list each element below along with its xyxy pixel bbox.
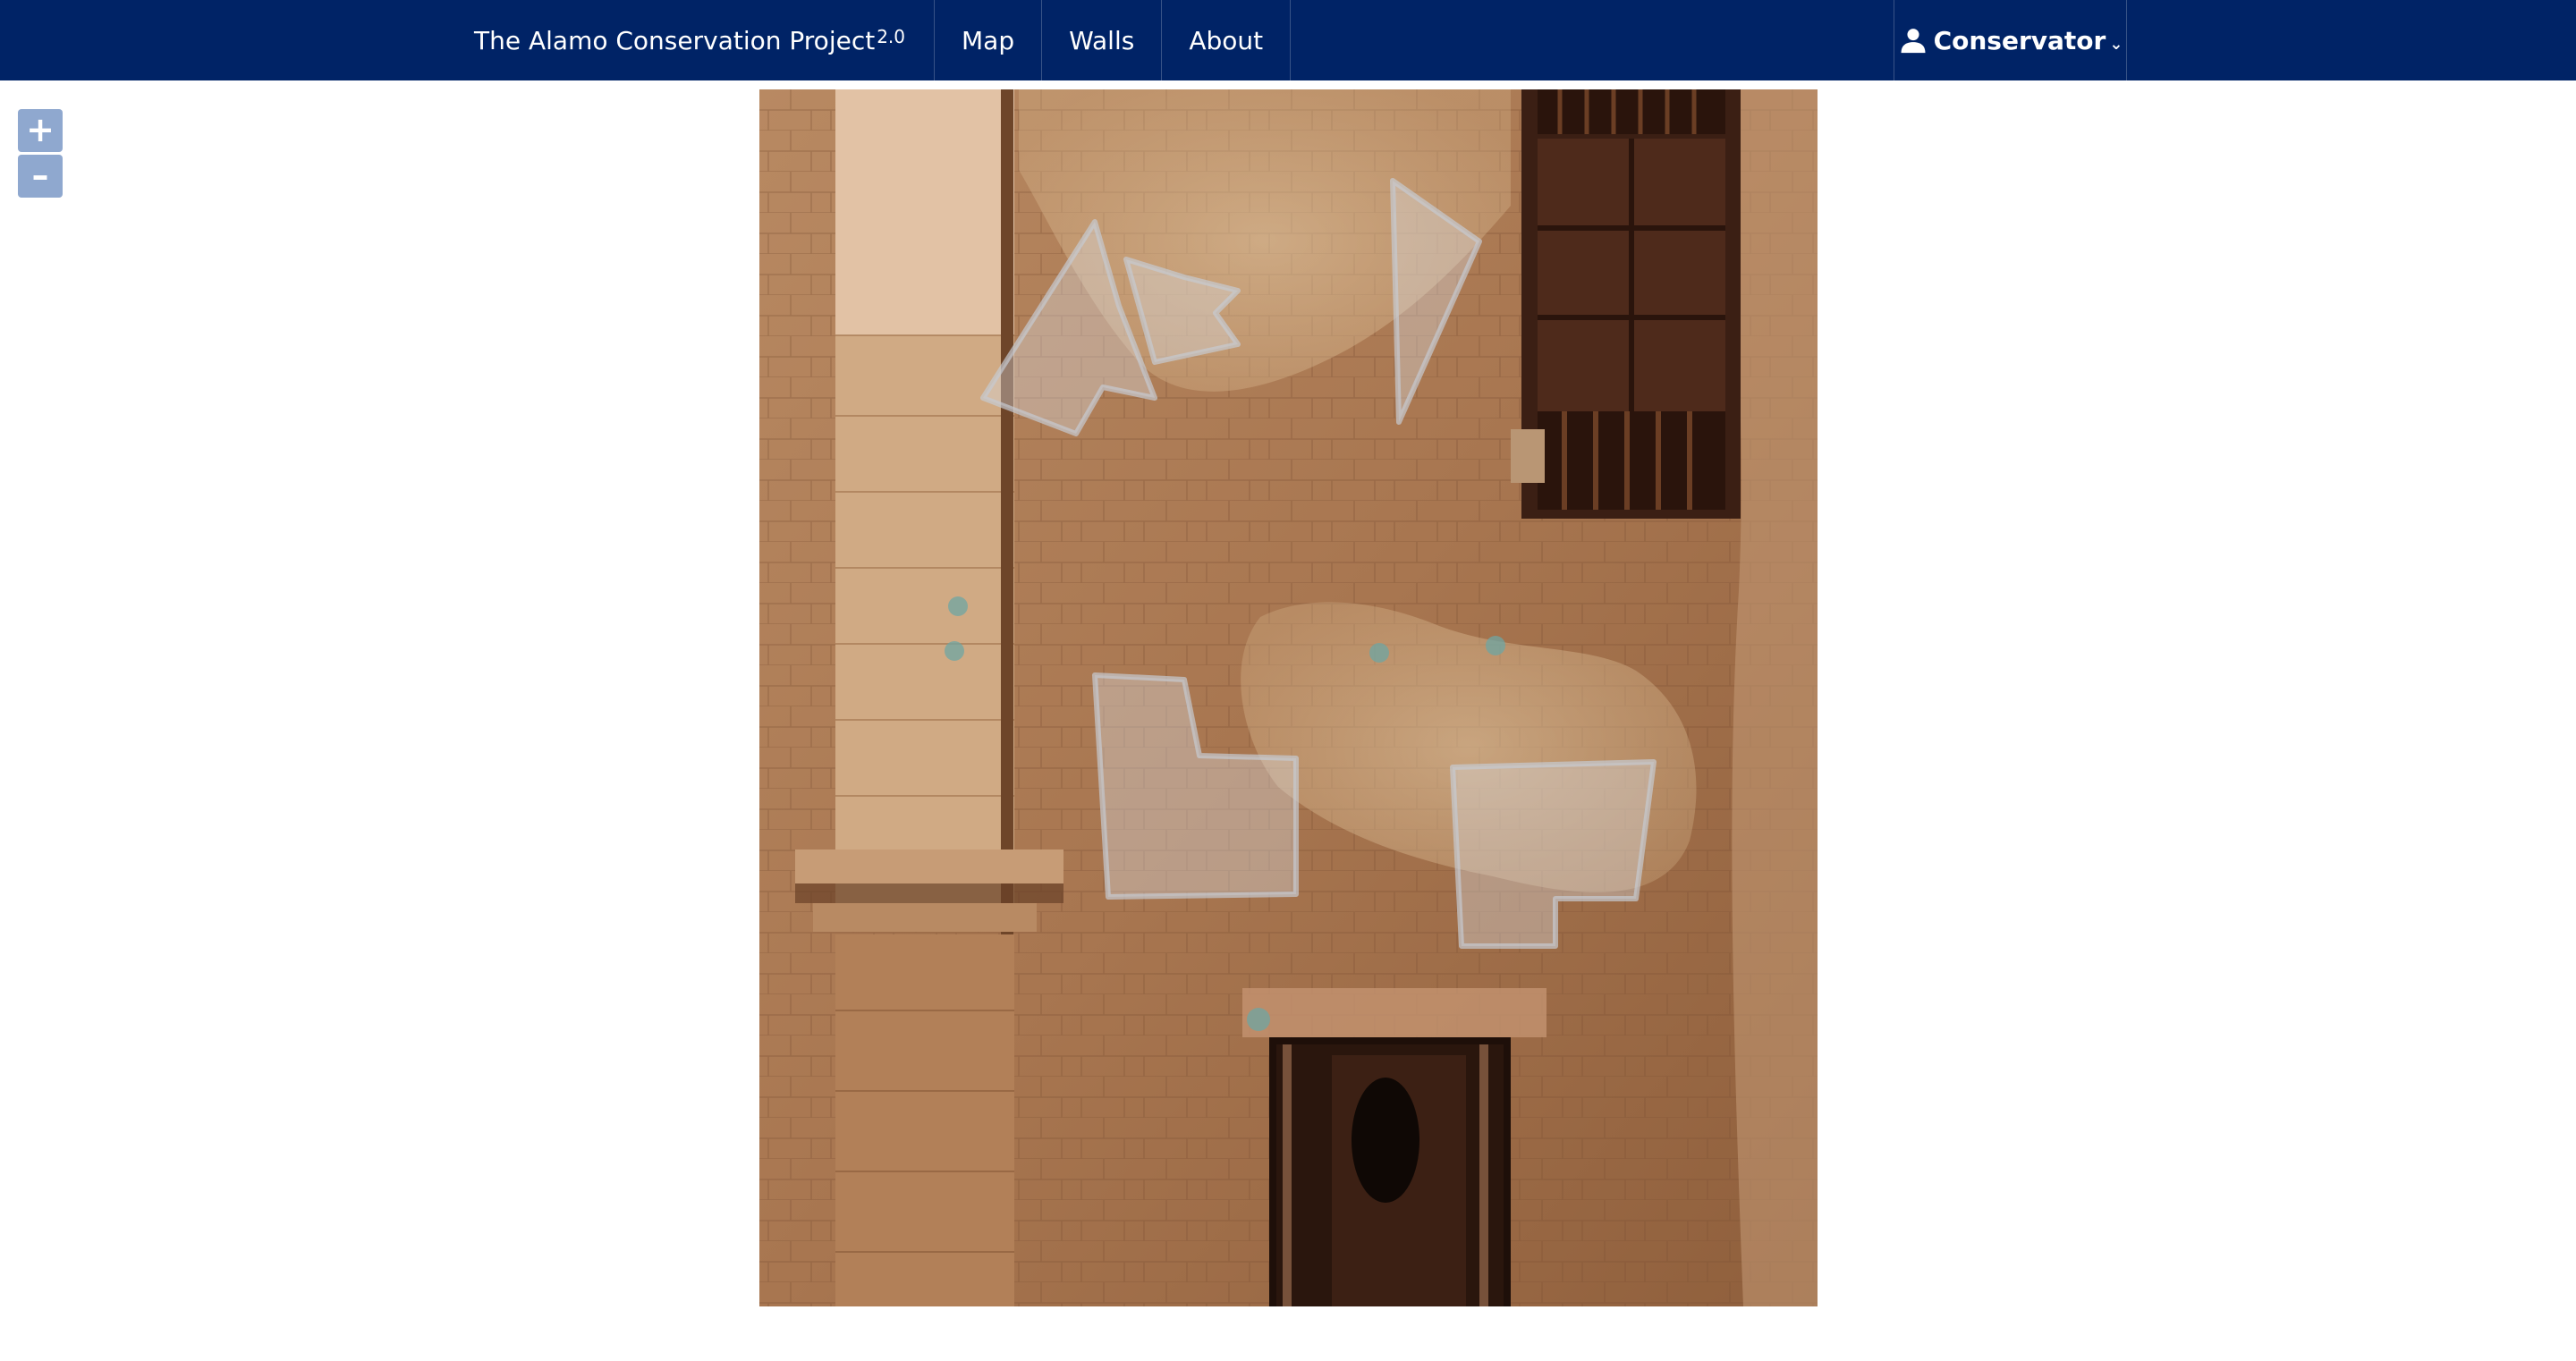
annotation-marker[interactable] bbox=[948, 596, 968, 616]
brand-link[interactable]: The Alamo Conservation Project 2.0 bbox=[456, 0, 934, 80]
door-jamb bbox=[1283, 1044, 1292, 1306]
brand-title: The Alamo Conservation Project bbox=[474, 25, 876, 55]
interior-figure bbox=[1352, 1078, 1419, 1203]
nav-inner: The Alamo Conservation Project 2.0 Map Wa… bbox=[456, 0, 1292, 80]
user-menu-dropdown[interactable]: Conservator ⌄ bbox=[1894, 0, 2127, 80]
brand-version: 2.0 bbox=[877, 26, 906, 47]
nav-item-label: About bbox=[1189, 25, 1264, 55]
zoom-out-button[interactable]: – bbox=[18, 155, 63, 198]
pilaster-column bbox=[835, 335, 1014, 926]
zoom-in-button[interactable]: + bbox=[18, 109, 63, 152]
nav-item-label: Walls bbox=[1069, 25, 1135, 55]
nav-item-label: Map bbox=[962, 25, 1015, 55]
user-menu-label: Conservator bbox=[1933, 25, 2106, 55]
cornice-shadow bbox=[795, 883, 1063, 903]
window-grille-top bbox=[1538, 89, 1725, 134]
wall-image bbox=[759, 89, 1818, 1306]
door-jamb bbox=[1479, 1044, 1488, 1306]
annotation-marker[interactable] bbox=[1369, 643, 1389, 663]
pilaster-upper bbox=[835, 89, 1014, 335]
nav-item-map[interactable]: Map bbox=[934, 0, 1041, 80]
zoom-control: + – bbox=[18, 109, 63, 198]
pilaster-lower bbox=[835, 934, 1014, 1306]
lamp-fixture bbox=[1511, 429, 1545, 483]
top-navbar: The Alamo Conservation Project 2.0 Map Wa… bbox=[0, 0, 2576, 80]
wall-image-viewer[interactable] bbox=[759, 89, 1818, 1306]
cornice-base bbox=[813, 903, 1037, 932]
cornice bbox=[795, 850, 1063, 883]
chevron-down-icon: ⌄ bbox=[2109, 34, 2123, 54]
annotation-marker[interactable] bbox=[945, 641, 964, 661]
nav-item-about[interactable]: About bbox=[1161, 0, 1292, 80]
nav-item-walls[interactable]: Walls bbox=[1041, 0, 1161, 80]
user-icon bbox=[1901, 29, 1926, 54]
annotation-marker[interactable] bbox=[1247, 1008, 1270, 1031]
annotation-marker[interactable] bbox=[1486, 636, 1505, 655]
door-lintel bbox=[1242, 988, 1546, 1037]
